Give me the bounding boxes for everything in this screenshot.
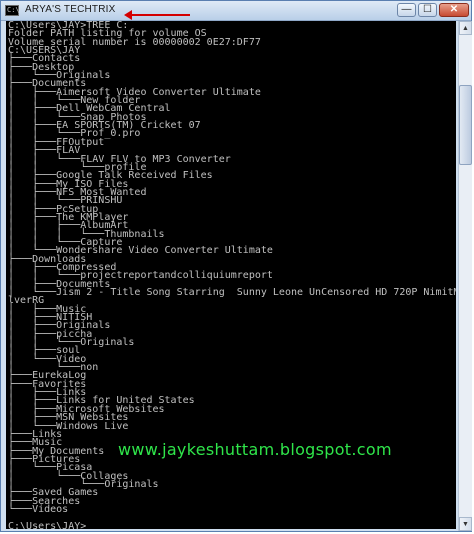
window-title: ARYA'S TECHTRIX: [25, 4, 116, 15]
scroll-down-button[interactable]: ▼: [459, 517, 472, 531]
maximize-button[interactable]: ☐: [418, 3, 437, 17]
cmd-app-icon[interactable]: C:\: [5, 5, 20, 16]
red-arrow-shaft: [130, 14, 190, 16]
blog-watermark: www.jaykeshuttam.blogspot.com: [118, 440, 392, 459]
console-line: └───Videos: [8, 503, 69, 515]
arrow-up-icon: ▲: [462, 24, 469, 32]
console-line: C:\Users\JAY>: [8, 520, 87, 529]
maximize-icon: ☐: [423, 4, 432, 15]
title-bar[interactable]: C:\ ARYA'S TECHTRIX — ☐ ✕: [1, 1, 471, 21]
scroll-up-button[interactable]: ▲: [459, 21, 472, 35]
scroll-thumb[interactable]: [459, 85, 472, 165]
arrow-down-icon: ▼: [462, 520, 469, 528]
vertical-scrollbar[interactable]: ▲ ▼: [458, 21, 472, 531]
close-button[interactable]: ✕: [439, 3, 469, 17]
close-icon: ✕: [449, 4, 459, 15]
console-line: │ └───Jism 2 - Title Song Starring Sunny…: [8, 287, 456, 298]
minimize-button[interactable]: —: [397, 3, 416, 17]
minimize-icon: —: [401, 4, 412, 15]
